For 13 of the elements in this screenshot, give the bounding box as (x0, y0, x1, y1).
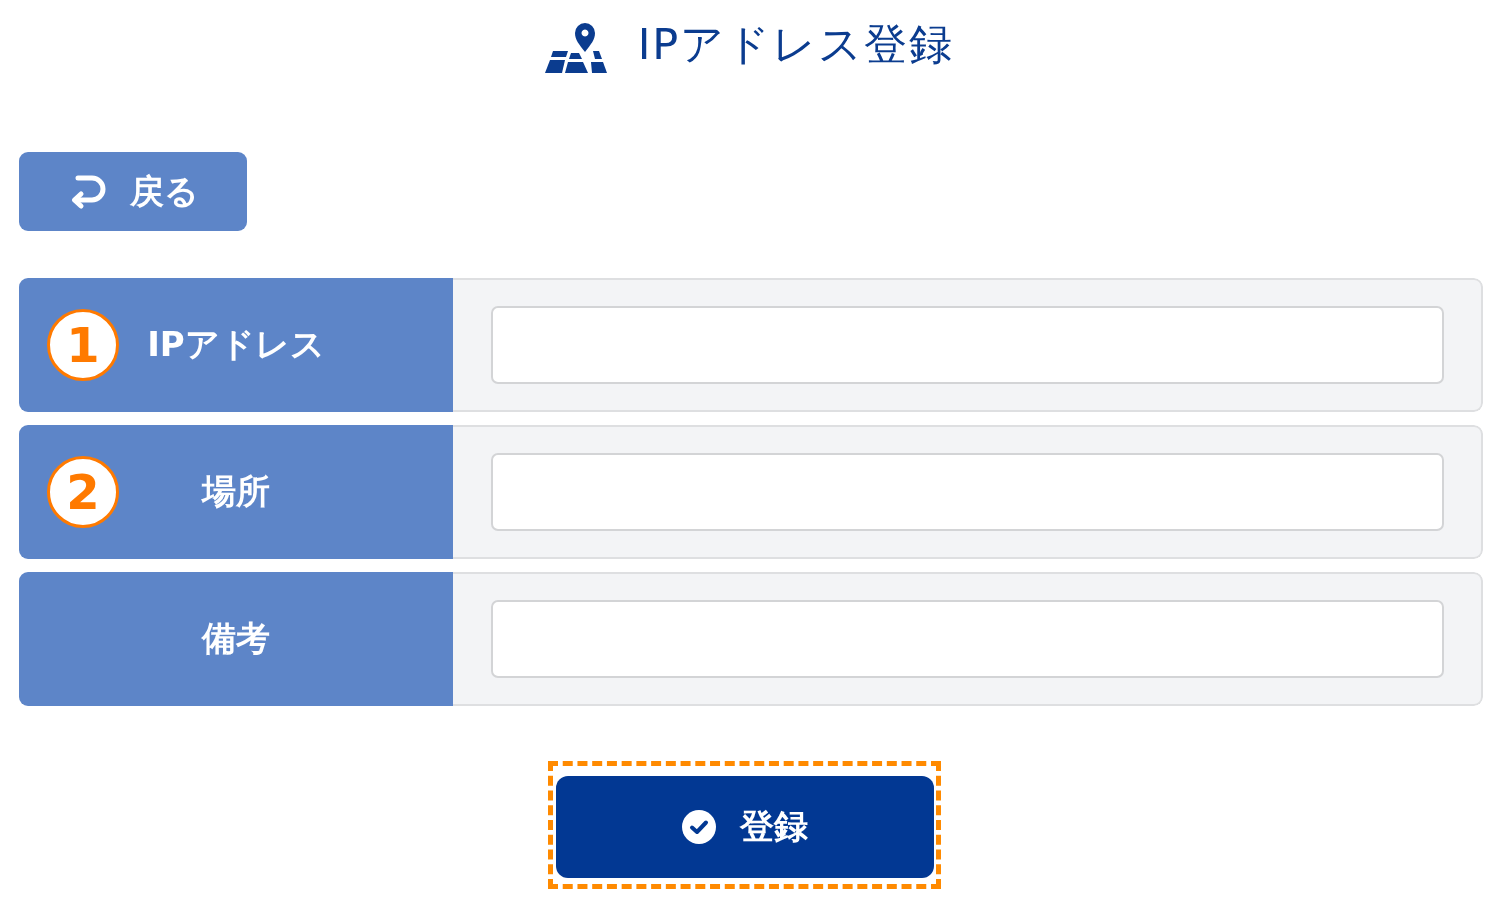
field-label: 場所 (202, 470, 270, 513)
step-number-badge: 1 (47, 309, 119, 381)
step-number-badge: 2 (47, 456, 119, 528)
map-pin-icon (543, 21, 608, 73)
text-input-field[interactable] (491, 453, 1444, 531)
field-label: IPアドレス (147, 323, 325, 366)
back-button[interactable]: 戻る (19, 152, 247, 231)
text-input-field[interactable] (491, 306, 1444, 384)
check-circle-icon (681, 810, 716, 844)
register-button[interactable]: 登録 (555, 776, 934, 878)
text-input-field[interactable] (491, 600, 1444, 678)
field-label: 備考 (202, 617, 270, 660)
page-title: IPアドレス登録 (637, 18, 955, 71)
